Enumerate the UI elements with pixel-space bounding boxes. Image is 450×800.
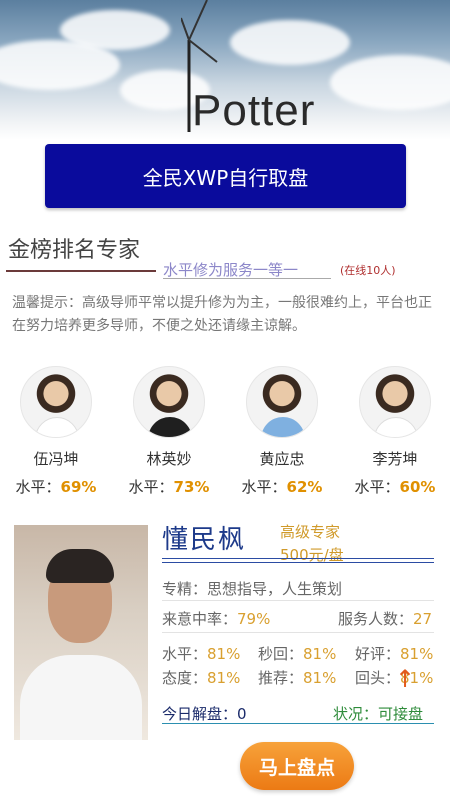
expert-card[interactable]: 伍冯坤 水平：69% [0,366,112,497]
expert-level: 水平：73% [128,478,210,496]
featured-name: 懂民枫 [162,525,247,555]
avatar [246,366,318,438]
served-count: 服务人数：27 [338,610,433,628]
expert-level: 水平：60% [354,478,436,496]
up-arrow-icon[interactable]: ↑ [394,666,416,692]
featured-specialty: 专精：思想指导，人生策划 [162,580,343,598]
expert-card[interactable]: 林英妙 水平：73% [113,366,225,497]
expert-level: 水平：62% [241,478,323,496]
divider [162,562,434,563]
stat-reply: 秒回：81% [258,645,337,663]
stat-level: 水平：81% [162,645,241,663]
featured-title: 高级专家 [280,523,341,541]
intent-rate: 来意中率：79% [162,610,271,628]
expert-name: 李芳坤 [372,450,418,468]
status-badge: 状况：可接盘 [333,705,424,723]
stat-attitude: 态度：81% [162,669,241,687]
divider [6,270,156,272]
expert-name: 林英妙 [146,450,192,468]
divider [162,723,434,724]
expert-card[interactable]: 黄应忠 水平：62% [226,366,338,497]
avatar [20,366,92,438]
notice-text: 温馨提示：高级导师平常以提升修为为主，一般很难约上，平台也正在努力培养更多导师，… [12,295,432,334]
divider [163,278,331,279]
app-logo: Potter [192,86,316,135]
expert-list: 伍冯坤 水平：69% 林英妙 水平：73% 黄应忠 水平：62% 李芳坤 水平：… [0,366,450,496]
avatar [359,366,431,438]
cloud [330,55,450,110]
cloud [230,20,350,65]
expert-level: 水平：69% [15,478,97,496]
divider [162,600,434,601]
today-count: 今日解盘：0 [162,705,247,723]
cloud [60,10,170,50]
book-now-button[interactable]: 马上盘点 [240,742,354,790]
expert-name: 黄应忠 [259,450,305,468]
online-count: (在线10人) [340,264,396,277]
stat-recommend: 推荐：81% [258,669,337,687]
self-pick-button[interactable]: 全民XWP自行取盘 [45,144,406,208]
expert-name: 伍冯坤 [33,450,79,468]
section-title: 金榜排名专家 [8,238,141,263]
stat-rating: 好评：81% [355,645,434,663]
featured-photo[interactable] [14,525,148,740]
header-banner: Potter [0,0,450,140]
avatar [133,366,205,438]
divider [162,558,434,559]
section-subtitle: 水平修为服务一等一 [163,261,299,279]
expert-card[interactable]: 李芳坤 水平：60% [339,366,450,497]
divider [162,632,434,633]
